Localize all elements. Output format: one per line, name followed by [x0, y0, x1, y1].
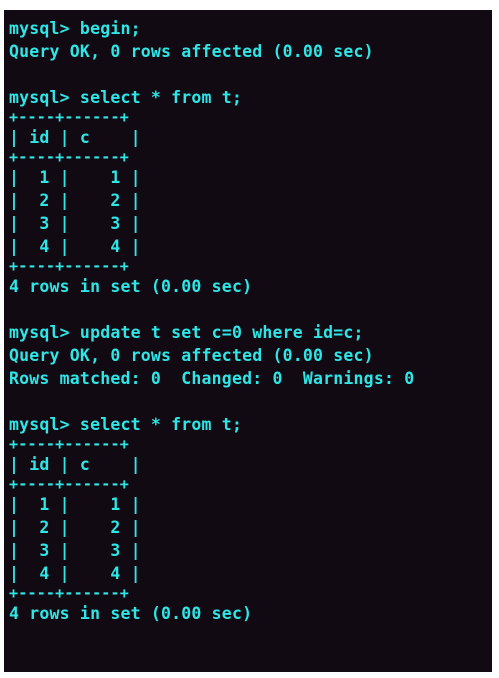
table-border: +----+------+	[9, 108, 129, 126]
table-row: | 3 | 3 |	[9, 541, 141, 560]
table-border: +----+------+	[9, 148, 129, 166]
rows-matched-output: Rows matched: 0 Changed: 0 Warnings: 0	[9, 369, 415, 388]
command-begin: mysql> begin;	[9, 19, 141, 38]
table-header: | id | c |	[9, 128, 141, 147]
terminal-window[interactable]: mysql> begin; Query OK, 0 rows affected …	[4, 10, 492, 672]
command-select: mysql> select * from t;	[9, 415, 243, 434]
query-ok-output: Query OK, 0 rows affected (0.00 sec)	[9, 42, 374, 61]
table-row: | 3 | 3 |	[9, 214, 141, 233]
table-row: | 2 | 2 |	[9, 191, 141, 210]
table-border: +----+------+	[9, 475, 129, 493]
query-ok-output: Query OK, 0 rows affected (0.00 sec)	[9, 346, 374, 365]
table-row: | 1 | 1 |	[9, 495, 141, 514]
table-row: | 2 | 2 |	[9, 518, 141, 537]
table-row: | 4 | 4 |	[9, 237, 141, 256]
table-border: +----+------+	[9, 435, 129, 453]
table-header: | id | c |	[9, 455, 141, 474]
table-row: | 1 | 1 |	[9, 168, 141, 187]
command-select: mysql> select * from t;	[9, 88, 243, 107]
rows-in-set-output: 4 rows in set (0.00 sec)	[9, 604, 253, 623]
table-row: | 4 | 4 |	[9, 564, 141, 583]
command-update: mysql> update t set c=0 where id=c;	[9, 323, 364, 342]
table-border: +----+------+	[9, 584, 129, 602]
table-border: +----+------+	[9, 257, 129, 275]
rows-in-set-output: 4 rows in set (0.00 sec)	[9, 277, 253, 296]
